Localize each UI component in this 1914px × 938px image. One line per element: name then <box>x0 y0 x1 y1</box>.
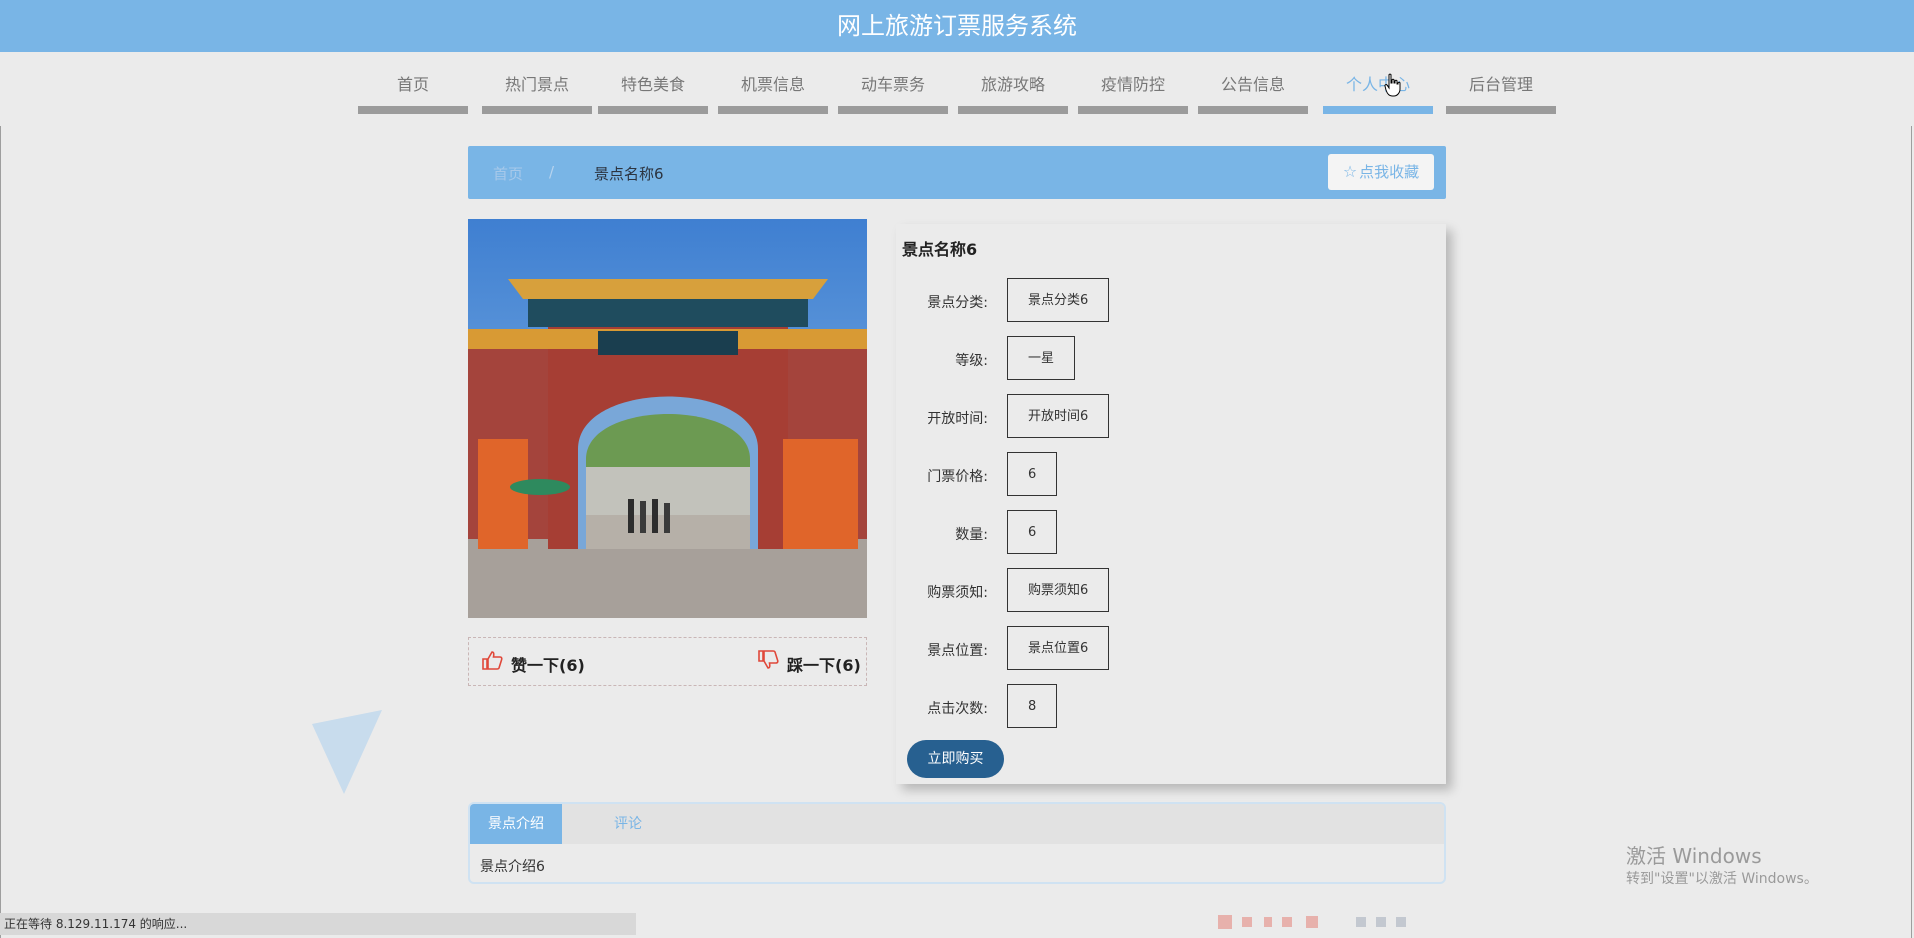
favorite-button[interactable]: ☆ 点我收藏 <box>1328 154 1434 190</box>
buy-now-button[interactable]: 立即购买 <box>907 740 1004 778</box>
browser-status-bar: 正在等待 8.129.11.174 的响应... <box>0 913 636 935</box>
field-label-clicks: 点击次数: <box>927 701 988 717</box>
field-label-category: 景点分类: <box>927 295 988 311</box>
windows-activation-title: 激活 Windows <box>1626 844 1762 868</box>
breadcrumb-home[interactable]: 首页 <box>493 163 523 184</box>
dislike-label[interactable]: 踩一下(6) <box>787 652 861 676</box>
field-value-open-time: 开放时间6 <box>1007 394 1110 438</box>
field-label-level: 等级: <box>955 353 988 369</box>
field-value-location: 景点位置6 <box>1007 626 1110 670</box>
breadcrumb-current: 景点名称6 <box>594 165 664 183</box>
favorite-label: 点我收藏 <box>1359 163 1420 181</box>
hand-cursor-icon <box>1384 73 1401 97</box>
field-value-price: 6 <box>1007 452 1058 496</box>
attraction-info-card: 景点名称6 景点分类: 景点分类6 等级: 一星 开放时间: 开放时间6 门票价… <box>896 224 1446 784</box>
right-border <box>1911 126 1912 938</box>
attraction-photo <box>468 219 867 618</box>
breadcrumb: 首页 / 景点名称6 ☆ 点我收藏 <box>468 146 1446 199</box>
field-value-clicks: 8 <box>1007 684 1058 728</box>
field-value-level: 一星 <box>1007 336 1076 380</box>
nav-item-flights[interactable]: 机票信息 <box>718 68 828 114</box>
field-label-quantity: 数量: <box>955 527 988 543</box>
site-header: 网上旅游订票服务系统 <box>0 0 1914 52</box>
like-label[interactable]: 赞一下(6) <box>511 652 585 676</box>
nav-item-trains[interactable]: 动车票务 <box>838 68 948 114</box>
nav-item-admin[interactable]: 后台管理 <box>1446 68 1556 114</box>
tabs-header: 景点介绍 评论 <box>470 804 1444 844</box>
attraction-title: 景点名称6 <box>902 240 978 259</box>
decorative-triangle <box>312 710 382 794</box>
thumbs-down-icon[interactable] <box>757 650 779 670</box>
breadcrumb-separator: / <box>549 163 555 181</box>
main-nav: 首页 热门景点 特色美食 机票信息 动车票务 旅游攻略 疫情防控 公告信息 个人… <box>358 68 1558 116</box>
nav-item-home[interactable]: 首页 <box>358 68 468 114</box>
nav-item-notices[interactable]: 公告信息 <box>1198 68 1308 114</box>
nav-item-epidemic[interactable]: 疫情防控 <box>1078 68 1188 114</box>
nav-item-guides[interactable]: 旅游攻略 <box>958 68 1068 114</box>
windows-activation-hint: 转到"设置"以激活 Windows。 <box>1626 871 1818 887</box>
left-border <box>0 126 1 938</box>
site-title: 网上旅游订票服务系统 <box>837 12 1077 40</box>
detail-tabs: 景点介绍 评论 景点介绍6 <box>468 802 1446 884</box>
nav-item-profile[interactable]: 个人中心 <box>1323 68 1433 114</box>
tab-introduction[interactable]: 景点介绍 <box>470 804 562 844</box>
field-value-notice: 购票须知6 <box>1007 568 1110 612</box>
system-tray-icons <box>1218 915 1406 929</box>
tab-content: 景点介绍6 <box>480 859 545 875</box>
field-value-category: 景点分类6 <box>1007 278 1110 322</box>
nav-item-food[interactable]: 特色美食 <box>598 68 708 114</box>
thumbs-up-icon[interactable] <box>481 650 503 670</box>
field-label-price: 门票价格: <box>927 469 988 485</box>
star-outline-icon: ☆ <box>1342 162 1358 181</box>
field-value-quantity: 6 <box>1007 510 1058 554</box>
tab-comments[interactable]: 评论 <box>598 804 658 844</box>
like-box: 赞一下(6) 踩一下(6) <box>468 637 867 686</box>
field-label-open-time: 开放时间: <box>927 411 988 427</box>
field-label-location: 景点位置: <box>927 643 988 659</box>
nav-item-hot-attractions[interactable]: 热门景点 <box>482 68 592 114</box>
field-label-notice: 购票须知: <box>927 585 988 601</box>
